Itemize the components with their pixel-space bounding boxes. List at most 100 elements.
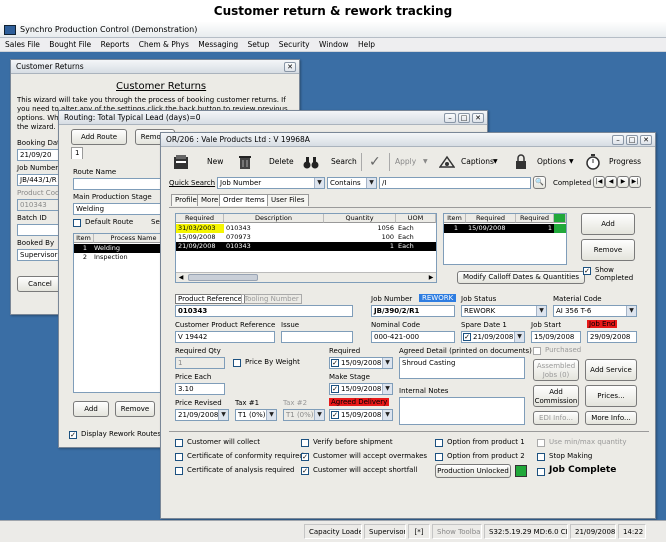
tax1-select[interactable]: T1 (0%) ▼ <box>235 409 277 421</box>
tab-order-items[interactable]: Order Items <box>219 194 269 206</box>
menu-sales-file[interactable]: Sales File <box>5 40 40 49</box>
menu-bought-file[interactable]: Bought File <box>49 40 91 49</box>
option1-checkbox[interactable] <box>435 439 443 447</box>
close-icon[interactable]: ✕ <box>640 135 652 145</box>
job-end-field[interactable]: 29/09/2008 <box>587 331 637 343</box>
issue-field[interactable] <box>281 331 353 343</box>
previous-record-icon[interactable]: ◀ <box>605 176 617 188</box>
add-route-button[interactable]: Add Route <box>71 129 127 145</box>
table-row[interactable]: 21/09/2008 010343 1 Each <box>176 242 436 251</box>
search-icon[interactable]: 🔍 <box>533 176 546 189</box>
first-record-icon[interactable]: |◀ <box>593 176 605 188</box>
minimize-icon[interactable]: – <box>612 135 624 145</box>
cert-analysis-checkbox[interactable] <box>175 467 183 475</box>
maximize-icon[interactable]: □ <box>458 113 470 123</box>
edi-info-button[interactable]: EDI Info... <box>533 411 579 425</box>
spare-date-field[interactable]: ✓ 21/09/2008 ▼ <box>461 331 525 343</box>
main-stage-field[interactable]: Welding <box>73 203 173 215</box>
scroll-left-icon[interactable]: ◀ <box>176 273 186 282</box>
agreed-delivery-field[interactable]: ✓ 15/09/2008 ▼ <box>329 409 393 421</box>
make-stage-field[interactable]: ✓ 15/09/2008 ▼ <box>329 383 393 395</box>
make-stage-checkbox[interactable]: ✓ <box>331 385 339 393</box>
prices-button[interactable]: Prices... <box>585 385 637 407</box>
display-rework-checkbox[interactable]: ✓ <box>69 431 77 439</box>
route-tab-1[interactable]: 1 <box>71 147 84 159</box>
apply-dropdown-icon[interactable]: ▼ <box>423 150 428 174</box>
shortfall-checkbox[interactable]: ✓ <box>301 467 309 475</box>
booked-by-field[interactable]: Supervisor <box>17 249 63 261</box>
agreed-detail-field[interactable]: Shroud Casting <box>399 357 525 379</box>
next-record-icon[interactable]: ▶ <box>617 176 629 188</box>
option2-checkbox[interactable] <box>435 453 443 461</box>
options-button[interactable]: Options <box>537 150 566 174</box>
menu-security[interactable]: Security <box>279 40 310 49</box>
menu-setup[interactable]: Setup <box>248 40 270 49</box>
agreed-delivery-checkbox[interactable]: ✓ <box>331 411 339 419</box>
tooling-number-label[interactable]: Tooling Number <box>241 294 302 304</box>
route-name-field[interactable] <box>73 178 173 190</box>
job-status-select[interactable]: REWORK ▼ <box>461 305 547 317</box>
options-dropdown-icon[interactable]: ▼ <box>569 150 574 174</box>
quick-search-operator-select[interactable]: Contains ▼ <box>327 177 377 189</box>
batch-id-field[interactable] <box>17 224 63 236</box>
maximize-icon[interactable]: □ <box>626 135 638 145</box>
minimize-icon[interactable]: – <box>444 113 456 123</box>
will-collect-checkbox[interactable] <box>175 439 183 447</box>
internal-notes-field[interactable] <box>399 397 525 425</box>
add-item-button[interactable]: Add <box>581 213 635 235</box>
menu-help[interactable]: Help <box>358 40 375 49</box>
cancel-button[interactable]: Cancel <box>17 276 63 292</box>
table-row[interactable]: 15/09/2008 070973 100 Each <box>176 233 436 242</box>
cert-conformity-checkbox[interactable] <box>175 453 183 461</box>
table-row[interactable]: 1 15/09/2008 1 <box>444 224 566 233</box>
menu-chem-phys[interactable]: Chem & Phys <box>139 40 189 49</box>
new-button[interactable]: New <box>207 150 223 174</box>
nominal-code-field[interactable]: 000-421-000 <box>371 331 455 343</box>
remove-item-button[interactable]: Remove <box>581 239 635 261</box>
search-button[interactable]: Search <box>331 150 357 174</box>
table-row[interactable]: 1 Welding <box>74 244 172 253</box>
spare-date-checkbox[interactable]: ✓ <box>463 333 471 341</box>
quick-search-field-select[interactable]: Job Number ▼ <box>217 177 325 189</box>
add-commission-button[interactable]: Add Commission <box>533 385 579 407</box>
table-row[interactable]: 2 Inspection <box>74 253 172 262</box>
remove-process-button[interactable]: Remove <box>115 401 155 417</box>
delete-button[interactable]: Delete <box>269 150 294 174</box>
price-each-field[interactable]: 3.10 <box>175 383 225 395</box>
scroll-right-icon[interactable]: ▶ <box>426 273 436 282</box>
product-reference-field[interactable]: 010343 <box>175 305 353 317</box>
product-reference-label[interactable]: Product Reference <box>175 294 246 304</box>
horizontal-scrollbar[interactable]: ◀ ▶ <box>176 272 436 282</box>
apply-button[interactable]: Apply <box>395 150 416 174</box>
tab-user-files[interactable]: User Files <box>267 194 309 206</box>
required-date-checkbox[interactable]: ✓ <box>331 359 339 367</box>
add-service-button[interactable]: Add Service <box>585 359 637 381</box>
booking-date-field[interactable]: 21/09/20 <box>17 149 63 161</box>
add-process-button[interactable]: Add <box>73 401 109 417</box>
default-route-checkbox[interactable] <box>73 219 81 227</box>
menu-reports[interactable]: Reports <box>101 40 130 49</box>
material-code-select[interactable]: AI 356 T-6 ▼ <box>553 305 637 317</box>
assembled-jobs-button[interactable]: Assembled Jobs (0) <box>533 359 579 381</box>
modify-calloff-button[interactable]: Modify Calloff Dates & Quantities <box>457 271 585 284</box>
job-start-field[interactable]: 15/09/2008 <box>531 331 581 343</box>
scrollbar-thumb[interactable] <box>188 274 258 281</box>
menu-messaging[interactable]: Messaging <box>198 40 238 49</box>
price-revised-field[interactable]: 21/09/2008 ▼ <box>175 409 229 421</box>
cust-prod-ref-field[interactable]: V 19442 <box>175 331 275 343</box>
last-record-icon[interactable]: ▶| <box>629 176 641 188</box>
status-show-toolbar[interactable]: Show Toolbar <box>432 524 482 539</box>
job-number-field[interactable]: JB/443/1/R <box>17 174 63 186</box>
close-icon[interactable]: ✕ <box>472 113 484 123</box>
verify-checkbox[interactable] <box>301 439 309 447</box>
production-unlocked-button[interactable]: Production Unlocked <box>435 464 511 478</box>
menu-window[interactable]: Window <box>319 40 349 49</box>
table-row[interactable]: 31/03/2003 010343 1056 Each <box>176 224 436 233</box>
captions-button[interactable]: Captions <box>461 150 494 174</box>
stop-making-checkbox[interactable] <box>537 453 545 461</box>
purchased-checkbox[interactable] <box>533 347 541 355</box>
overmakes-checkbox[interactable]: ✓ <box>301 453 309 461</box>
required-date-field[interactable]: ✓ 15/09/2008 ▼ <box>329 357 393 369</box>
job-complete-checkbox[interactable] <box>537 468 545 476</box>
quick-search-input[interactable]: /I <box>379 177 531 189</box>
